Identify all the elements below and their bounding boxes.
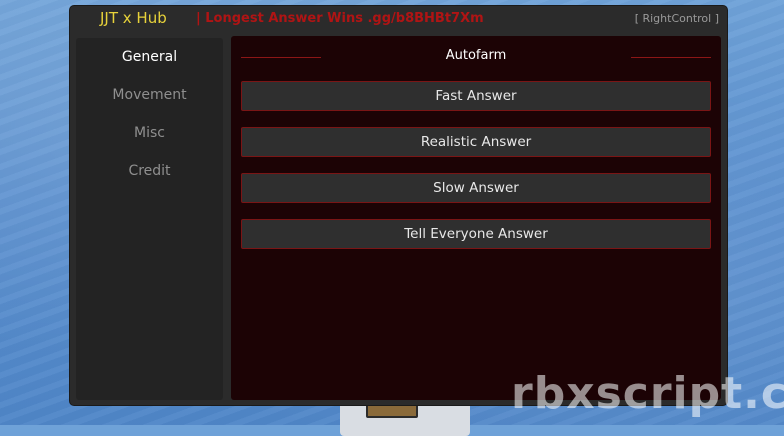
main-content-panel: Autofarm Fast Answer Realistic Answer Sl…: [231, 36, 721, 400]
script-hub-window: JJT x Hub | Longest Answer Wins .gg/b8BH…: [70, 6, 727, 405]
watermark: rbxscript.co: [511, 368, 784, 419]
app-title: JJT x Hub: [100, 9, 167, 27]
section-title: Autofarm: [445, 48, 507, 63]
app-subtitle: | Longest Answer Wins .gg/b8BHBt7Xm: [196, 11, 484, 26]
fast-answer-button[interactable]: Fast Answer: [241, 81, 711, 111]
section-divider-right: [631, 57, 711, 58]
toggle-keybind-label: [ RightControl ]: [634, 12, 719, 25]
sidebar: General Movement Misc Credit: [76, 38, 223, 400]
window-titlebar[interactable]: JJT x Hub | Longest Answer Wins .gg/b8BH…: [70, 6, 727, 32]
section-header: Autofarm: [231, 47, 721, 67]
realistic-answer-button[interactable]: Realistic Answer: [241, 127, 711, 157]
tell-everyone-answer-button[interactable]: Tell Everyone Answer: [241, 219, 711, 249]
sidebar-item-misc[interactable]: Misc: [76, 125, 223, 141]
sidebar-item-movement[interactable]: Movement: [76, 87, 223, 103]
sidebar-item-general[interactable]: General: [76, 49, 223, 65]
sidebar-item-credit[interactable]: Credit: [76, 163, 223, 179]
slow-answer-button[interactable]: Slow Answer: [241, 173, 711, 203]
